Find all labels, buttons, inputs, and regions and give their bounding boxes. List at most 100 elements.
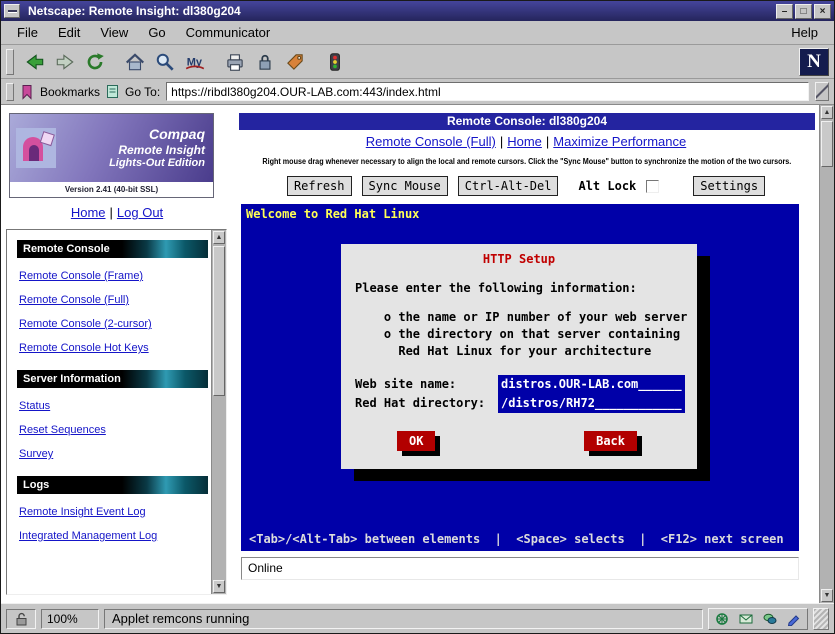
separator: | <box>500 134 503 149</box>
sidebar: Compaq Remote Insight Lights-Out Edition… <box>1 105 233 603</box>
menu-edit[interactable]: Edit <box>48 22 90 43</box>
brand-name: Compaq <box>61 126 205 143</box>
close-button[interactable]: × <box>814 4 831 19</box>
sidebar-item-remote-console-full[interactable]: Remote Console (Full) <box>19 294 211 306</box>
back-dialog-button[interactable]: Back <box>584 431 637 451</box>
print-icon <box>224 51 246 73</box>
scroll-up-icon[interactable]: ▲ <box>821 106 833 119</box>
sidebar-scrollbar[interactable]: ▲ ▼ <box>211 230 226 594</box>
navigation-toolbar: My N <box>1 45 834 79</box>
ctrl-alt-del-button[interactable]: Ctrl-Alt-Del <box>458 176 559 196</box>
sidebar-item-reset-sequences[interactable]: Reset Sequences <box>19 424 211 436</box>
composer-button[interactable] <box>783 610 805 628</box>
settings-button[interactable]: Settings <box>693 176 765 196</box>
alt-lock-checkbox[interactable] <box>646 180 659 193</box>
location-bar-grip[interactable] <box>6 83 14 101</box>
mailbox-icon <box>738 612 754 626</box>
scrollbar-thumb[interactable] <box>213 246 225 396</box>
refresh-button[interactable]: Refresh <box>287 176 352 196</box>
netscape-logo-icon[interactable]: N <box>799 48 829 76</box>
lights-out-art-icon <box>15 125 61 171</box>
logout-link[interactable]: Log Out <box>117 205 163 220</box>
home-link[interactable]: Home <box>71 205 106 220</box>
sidebar-item-remote-console-hotkeys[interactable]: Remote Console Hot Keys <box>19 342 211 354</box>
console-nav-links: Remote Console (Full)|Home|Maximize Perf… <box>233 134 819 149</box>
print-button[interactable] <box>220 48 250 76</box>
navigator-button[interactable] <box>711 610 733 628</box>
discussions-button[interactable] <box>759 610 781 628</box>
sidebar-item-event-log[interactable]: Remote Insight Event Log <box>19 506 211 518</box>
reload-button[interactable] <box>80 48 110 76</box>
alt-lock-label: Alt Lock <box>578 179 636 193</box>
window-menu-icon[interactable] <box>4 4 20 18</box>
window-title: Netscape: Remote Insight: dl380g204 <box>24 4 772 18</box>
page-title: Remote Console: dl380g204 <box>239 113 815 130</box>
reload-icon <box>84 51 106 73</box>
security-button[interactable] <box>250 48 280 76</box>
link-home[interactable]: Home <box>507 134 542 149</box>
stop-button[interactable] <box>320 48 350 76</box>
scroll-down-icon[interactable]: ▼ <box>821 589 833 602</box>
link-maximize-performance[interactable]: Maximize Performance <box>553 134 686 149</box>
section-server-information: Server Information <box>17 370 208 388</box>
sidebar-item-status[interactable]: Status <box>19 400 211 412</box>
related-toggle-icon[interactable] <box>815 82 829 101</box>
dialog-title: HTTP Setup <box>341 252 697 266</box>
menu-view[interactable]: View <box>90 22 138 43</box>
minimize-button[interactable]: – <box>776 4 793 19</box>
security-status[interactable] <box>6 609 36 629</box>
my-netscape-icon: My <box>184 51 206 73</box>
titlebar[interactable]: Netscape: Remote Insight: dl380g204 – □ … <box>1 1 834 21</box>
dialog-intro: Please enter the following information: <box>341 280 697 297</box>
component-bar <box>708 608 808 630</box>
mailbox-button[interactable] <box>735 610 757 628</box>
sidebar-item-remote-console-2cursor[interactable]: Remote Console (2-cursor) <box>19 318 211 330</box>
maximize-button[interactable]: □ <box>795 4 812 19</box>
directory-input[interactable]: /distros/RH72____________ <box>498 394 685 413</box>
ok-button[interactable]: OK <box>397 431 435 451</box>
remote-console-screen[interactable]: Welcome to Red Hat Linux HTTP Setup Plea… <box>241 204 799 551</box>
composer-icon <box>786 612 802 626</box>
product-name-line1: Remote Insight <box>61 143 205 157</box>
dialog-bullet-1: o the name or IP number of your web serv… <box>341 309 697 326</box>
link-remote-console-full[interactable]: Remote Console (Full) <box>366 134 496 149</box>
url-input[interactable] <box>166 82 809 101</box>
back-button[interactable] <box>20 48 50 76</box>
online-label: Online <box>248 561 283 575</box>
drag-grip[interactable] <box>813 608 829 630</box>
search-button[interactable] <box>150 48 180 76</box>
sidebar-item-remote-console-frame[interactable]: Remote Console (Frame) <box>19 270 211 282</box>
sync-mouse-button[interactable]: Sync Mouse <box>362 176 448 196</box>
bookmarks-menu[interactable]: Bookmarks <box>40 85 100 99</box>
dialog-bullet-2: o the directory on that server containin… <box>341 326 697 343</box>
sidebar-item-survey[interactable]: Survey <box>19 448 211 460</box>
netscape-logo-letter: N <box>807 51 821 72</box>
menu-go[interactable]: Go <box>138 22 175 43</box>
status-text: Applet remcons running <box>112 611 249 626</box>
main-scrollbar[interactable]: ▲ ▼ <box>819 105 834 603</box>
http-setup-dialog: HTTP Setup Please enter the following in… <box>341 244 697 469</box>
shop-button[interactable] <box>280 48 310 76</box>
menu-help[interactable]: Help <box>781 22 828 43</box>
sidebar-item-integrated-management-log[interactable]: Integrated Management Log <box>19 530 211 542</box>
product-name-line2: Lights-Out Edition <box>61 157 205 170</box>
scrollbar-thumb[interactable] <box>821 121 833 167</box>
stop-icon <box>324 51 346 73</box>
search-icon <box>154 51 176 73</box>
home-button[interactable] <box>120 48 150 76</box>
forward-button[interactable] <box>50 48 80 76</box>
menu-file[interactable]: File <box>7 22 48 43</box>
scroll-down-icon[interactable]: ▼ <box>213 580 225 593</box>
location-page-icon[interactable] <box>106 84 119 99</box>
website-input[interactable]: distros.OUR-LAB.com______ <box>498 375 685 394</box>
navigator-icon <box>714 612 730 626</box>
toolbar-grip[interactable] <box>6 49 14 75</box>
scroll-up-icon[interactable]: ▲ <box>213 231 225 244</box>
statusbar: 100% Applet remcons running <box>1 603 834 633</box>
my-netscape-button[interactable]: My <box>180 48 210 76</box>
netscape-window: Netscape: Remote Insight: dl380g204 – □ … <box>0 0 835 634</box>
progress-indicator: 100% <box>41 609 99 629</box>
session-links: Home|Log Out <box>1 205 233 220</box>
location-bar: Bookmarks Go To: <box>1 79 834 105</box>
menu-communicator[interactable]: Communicator <box>176 22 281 43</box>
